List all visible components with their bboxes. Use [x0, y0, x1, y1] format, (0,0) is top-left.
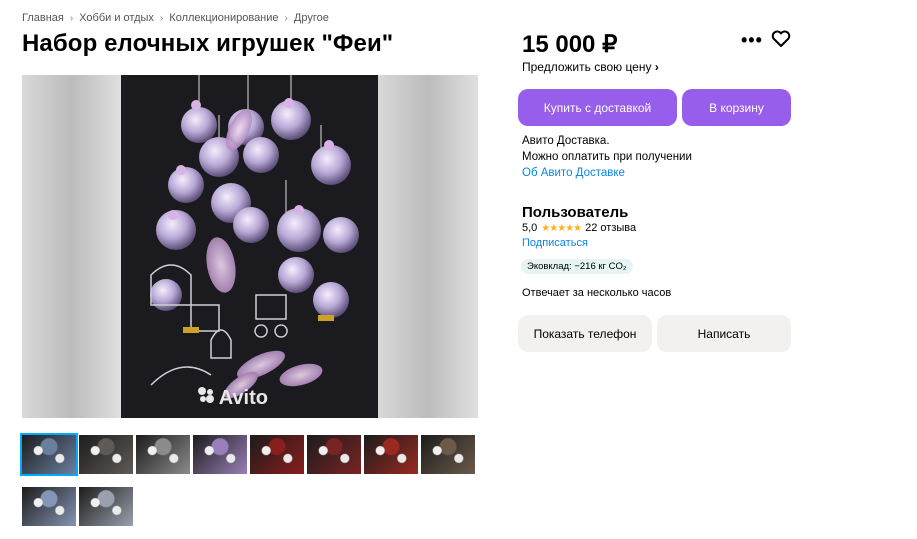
breadcrumb-separator: ›	[159, 12, 164, 24]
thumbnail[interactable]	[22, 487, 76, 526]
thumbnail[interactable]	[136, 435, 190, 474]
offer-price-link[interactable]: Предложить свою цену ›	[522, 60, 659, 74]
breadcrumb-separator: ›	[69, 12, 74, 24]
seller-name[interactable]: Пользователь	[522, 204, 628, 221]
photo-blur-left	[22, 75, 122, 418]
thumbnail[interactable]	[421, 435, 475, 474]
rating-value: 5,0	[522, 222, 538, 234]
more-options-icon[interactable]: •••	[741, 30, 763, 51]
reviews-count-link[interactable]: 22 отзыва	[585, 222, 636, 234]
reply-time: Отвечает за несколько часов	[522, 287, 672, 299]
subscribe-link[interactable]: Подписаться	[522, 237, 588, 249]
chevron-right-icon: ›	[654, 60, 659, 74]
delivery-line-1: Авито Доставка.	[522, 135, 610, 147]
main-photo-gallery[interactable]: Avito	[22, 75, 478, 418]
buy-with-delivery-button[interactable]: Купить с доставкой	[518, 89, 677, 126]
thumbnail[interactable]	[307, 435, 361, 474]
eco-contribution-badge[interactable]: Эковклад: −216 кг CO₂	[521, 259, 633, 274]
photo-blur-right	[378, 75, 478, 418]
thumbnail[interactable]	[79, 487, 133, 526]
thumbnail[interactable]	[193, 435, 247, 474]
thumbnail[interactable]	[79, 435, 133, 474]
rating-stars-icon: ★★★★★	[541, 222, 582, 234]
ornaments-illustration	[150, 75, 359, 399]
favorite-heart-icon[interactable]	[771, 30, 791, 53]
main-photo[interactable]: Avito	[121, 75, 378, 418]
breadcrumb-item-hobby[interactable]: Хобби и отдых	[79, 12, 154, 24]
delivery-info: Авито Доставка. Можно оплатить при получ…	[522, 133, 692, 181]
delivery-line-2: Можно оплатить при получении	[522, 151, 692, 163]
breadcrumb-item-other[interactable]: Другое	[294, 12, 329, 24]
seller-rating: 5,0 ★★★★★ 22 отзыва	[522, 222, 636, 234]
breadcrumb: Главная › Хобби и отдых › Коллекциониров…	[22, 12, 329, 24]
breadcrumb-item-home[interactable]: Главная	[22, 12, 64, 24]
write-message-button[interactable]: Написать	[657, 315, 791, 352]
page-title: Набор елочных игрушек "Феи"	[22, 30, 394, 57]
breadcrumb-separator: ›	[284, 12, 288, 24]
price: 15 000 ₽	[522, 31, 618, 58]
show-phone-button[interactable]: Показать телефон	[518, 315, 652, 352]
avito-watermark-text: Avito	[218, 386, 268, 409]
avito-watermark: Avito	[197, 386, 268, 410]
avito-logo-icon	[197, 386, 215, 410]
thumbnail[interactable]	[20, 433, 78, 476]
add-to-cart-button[interactable]: В корзину	[682, 89, 791, 126]
thumbnail[interactable]	[364, 435, 418, 474]
breadcrumb-item-collecting[interactable]: Коллекционирование	[169, 12, 278, 24]
thumbnail[interactable]	[250, 435, 304, 474]
about-delivery-link[interactable]: Об Авито Доставке	[522, 165, 692, 181]
offer-price-label: Предложить свою цену	[522, 60, 652, 74]
